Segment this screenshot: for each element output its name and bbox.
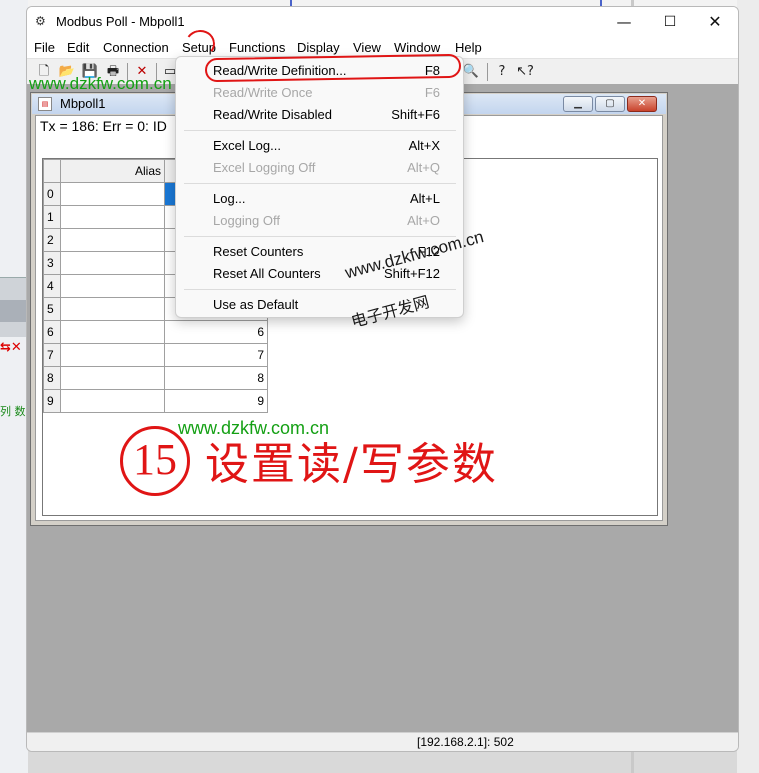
row-index: 3	[43, 251, 61, 275]
value-cell[interactable]: 8	[164, 366, 268, 390]
table-row[interactable]: 88	[43, 366, 268, 390]
alias-cell[interactable]	[60, 320, 165, 344]
row-index: 6	[43, 320, 61, 344]
title-bar[interactable]: ⚙ Modbus Poll - Mbpoll1 — ☐ ✕	[27, 7, 738, 37]
menu-item-excel-log[interactable]: Excel Log... Alt+X	[176, 135, 465, 157]
menu-item-shortcut: Alt+X	[408, 138, 440, 153]
child-close-button[interactable]: ✕	[627, 96, 657, 112]
menu-item-shortcut: Alt+Q	[407, 160, 440, 175]
menu-item-read-write-once: Read/Write Once F6	[176, 82, 465, 104]
value-cell[interactable]: 7	[164, 343, 268, 367]
child-maximize-button[interactable]: ▢	[595, 96, 625, 112]
menu-separator	[184, 183, 456, 184]
close-button[interactable]: ✕	[692, 7, 738, 37]
status-bar: [192.168.2.1]: 502	[27, 732, 738, 751]
table-row[interactable]: 77	[43, 343, 268, 367]
menu-item-label: Use as Default	[213, 297, 299, 312]
menu-item-label: Logging Off	[213, 213, 280, 228]
document-icon: ▤	[38, 97, 52, 111]
menu-item-label: Log...	[213, 191, 246, 206]
context-help-icon[interactable]: ↖?	[515, 62, 535, 82]
alias-cell[interactable]	[60, 297, 165, 321]
menu-separator	[184, 130, 456, 131]
menu-item-shortcut: F6	[424, 85, 440, 100]
alias-cell[interactable]	[60, 182, 165, 206]
menu-item-label: Reset All Counters	[213, 266, 321, 281]
alias-cell[interactable]	[60, 389, 165, 413]
corner-cell	[43, 159, 61, 183]
background-window-left	[0, 0, 28, 773]
toolbar-separator	[487, 63, 488, 81]
value-cell[interactable]: 6	[164, 320, 268, 344]
alias-cell[interactable]	[60, 343, 165, 367]
menu-item-shortcut: Alt+L	[410, 191, 440, 206]
window-title: Modbus Poll - Mbpoll1	[56, 14, 185, 29]
row-index: 4	[43, 274, 61, 298]
row-index: 2	[43, 228, 61, 252]
background-toolbar-strip	[0, 300, 28, 322]
menu-item-label: Excel Logging Off	[213, 160, 316, 175]
step-caption: 设置读/写参数	[205, 439, 498, 490]
menu-item-label: Read/Write Disabled	[213, 107, 332, 122]
menu-item-shortcut: Alt+O	[407, 213, 440, 228]
step-number-badge: 15	[120, 426, 190, 496]
menu-item-logging-off: Logging Off Alt+O	[176, 210, 465, 232]
row-index: 8	[43, 366, 61, 390]
connection-address: [192.168.2.1]: 502	[417, 735, 514, 749]
menu-help[interactable]: Help	[455, 40, 482, 55]
alias-cell[interactable]	[60, 228, 165, 252]
alias-cell[interactable]	[60, 366, 165, 390]
menu-edit[interactable]: Edit	[67, 40, 89, 55]
menu-item-label: Reset Counters	[213, 244, 304, 259]
maximize-button[interactable]: ☐	[647, 7, 693, 37]
alias-cell[interactable]	[60, 251, 165, 275]
alias-cell[interactable]	[60, 205, 165, 229]
menu-item-excel-logging-off: Excel Logging Off Alt+Q	[176, 157, 465, 179]
background-text: 列 数	[0, 405, 26, 418]
background-icons: ⇆✕	[0, 340, 22, 355]
background-window-right	[737, 0, 759, 773]
help-icon[interactable]: ?	[492, 62, 512, 82]
annotation-highlight-read-write-definition	[204, 53, 462, 83]
menu-item-label: Read/Write Once	[213, 85, 313, 100]
poll-status-line: Tx = 186: Err = 0: ID	[40, 118, 167, 134]
menu-item-reset-all-counters[interactable]: Reset All Counters Shift+F12	[176, 263, 465, 285]
child-window-title: Mbpoll1	[60, 96, 106, 111]
child-minimize-button[interactable]: ▁	[563, 96, 593, 112]
menu-item-read-write-disabled[interactable]: Read/Write Disabled Shift+F6	[176, 104, 465, 126]
row-index: 9	[43, 389, 61, 413]
menu-item-log[interactable]: Log... Alt+L	[176, 188, 465, 210]
menu-connection[interactable]: Connection	[103, 40, 169, 55]
watermark-url: www.dzkfw.com.cn	[29, 74, 172, 93]
value-cell[interactable]: 9	[164, 389, 268, 413]
minimize-button[interactable]: —	[601, 7, 647, 37]
row-index: 1	[43, 205, 61, 229]
modbus-app-icon: ⚙	[35, 14, 46, 28]
table-row[interactable]: 99	[43, 389, 268, 413]
menu-display[interactable]: Display	[297, 40, 340, 55]
alias-cell[interactable]	[60, 274, 165, 298]
menu-window[interactable]: Window	[394, 40, 440, 55]
menu-item-label: Excel Log...	[213, 138, 281, 153]
alias-column-header[interactable]: Alias	[60, 159, 165, 183]
row-index: 0	[43, 182, 61, 206]
menu-item-shortcut: Shift+F6	[391, 107, 440, 122]
row-index: 5	[43, 297, 61, 321]
menu-view[interactable]: View	[353, 40, 381, 55]
table-row[interactable]: 66	[43, 320, 268, 344]
menu-functions[interactable]: Functions	[229, 40, 285, 55]
setup-menu-dropdown: Read/Write Definition... F8 Read/Write Onc…	[175, 56, 464, 318]
menu-separator	[184, 236, 456, 237]
row-index: 7	[43, 343, 61, 367]
menu-file[interactable]: File	[34, 40, 55, 55]
